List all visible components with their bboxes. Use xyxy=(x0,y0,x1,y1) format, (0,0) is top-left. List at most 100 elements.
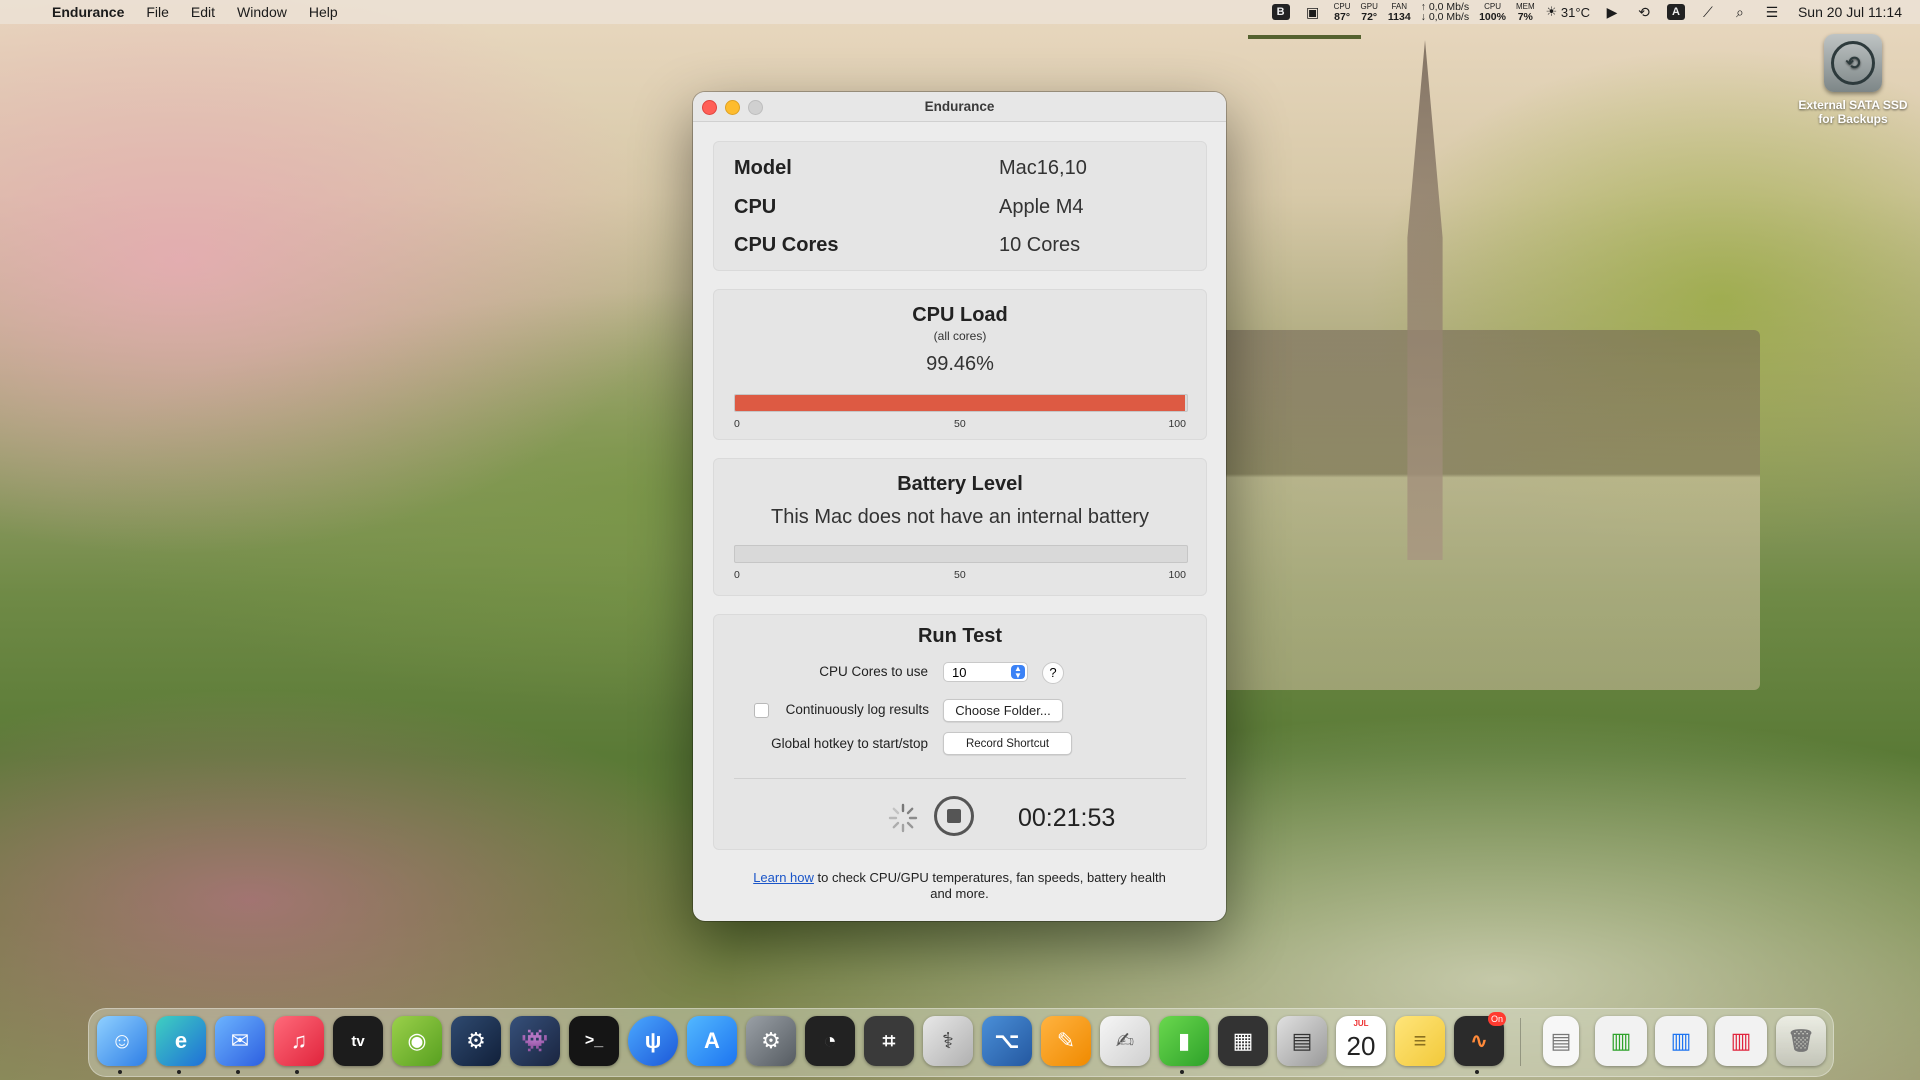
cpu-load-subtitle: (all cores) xyxy=(933,329,987,343)
stop-test-button[interactable] xyxy=(934,796,974,836)
app-menu[interactable]: Endurance xyxy=(52,4,135,20)
battery-message: This Mac does not have an internal batte… xyxy=(771,506,1149,528)
archive-icon[interactable]: ▤ xyxy=(1277,1016,1327,1066)
network-stat[interactable]: ↑ 0,0 Mb/s ↓ 0,0 Mb/s xyxy=(1416,2,1474,23)
cpu-scale-min: 0 xyxy=(734,418,740,430)
sun-icon: ☀ xyxy=(1545,4,1558,19)
menu-help[interactable]: Help xyxy=(298,4,349,20)
nvidia-icon[interactable]: ◉ xyxy=(392,1016,442,1066)
numbers-running-dot xyxy=(1180,1070,1184,1074)
recent-music-doc-icon[interactable]: ▥ xyxy=(1715,1016,1767,1066)
edge-running-dot xyxy=(177,1070,181,1074)
zoom-window-button[interactable] xyxy=(748,100,763,115)
cores-select[interactable]: 10 ▲ ▼ xyxy=(943,662,1028,682)
system-settings-icon[interactable]: ⚙ xyxy=(746,1016,796,1066)
help-button[interactable]: ? xyxy=(1042,662,1064,684)
chevron-updown-icon: ▲ ▼ xyxy=(1011,665,1025,680)
screenshot-icon[interactable]: ⌗ xyxy=(864,1016,914,1066)
cpu-temp-stat[interactable]: CPU 87° xyxy=(1329,2,1356,22)
music-running-dot xyxy=(295,1070,299,1074)
messenger-running-dot xyxy=(236,1070,240,1074)
choose-folder-button[interactable]: Choose Folder... xyxy=(943,699,1063,722)
time-machine-drive-icon: ⟲ xyxy=(1824,34,1882,92)
memory-stat[interactable]: MEM 7% xyxy=(1511,2,1540,22)
menubar-clock[interactable]: Sun 20 Jul 11:14 xyxy=(1798,4,1902,20)
calendar-icon[interactable]: JUL 20 xyxy=(1336,1016,1386,1066)
proton-icon[interactable]: ψ xyxy=(628,1016,678,1066)
cpu-row: CPU Apple M4 xyxy=(734,196,1194,219)
menu-window[interactable]: Window xyxy=(226,4,298,20)
cpu-load-bar xyxy=(734,394,1188,412)
footer-description: to check CPU/GPU temperatures, fan speed… xyxy=(813,870,1166,901)
cpu-load-value: 99.46% xyxy=(926,353,994,375)
battery-bar xyxy=(734,545,1188,563)
close-window-button[interactable] xyxy=(702,100,717,115)
game-icon[interactable]: 👾 xyxy=(510,1016,560,1066)
trash-icon[interactable]: 🗑 xyxy=(1776,1016,1826,1066)
recent-numbers-doc-icon[interactable]: ▥ xyxy=(1595,1016,1647,1066)
record-shortcut-button[interactable]: Record Shortcut xyxy=(943,732,1072,755)
numbers-icon[interactable]: ▮ xyxy=(1159,1016,1209,1066)
steam-icon[interactable]: ⚙ xyxy=(451,1016,501,1066)
edge-browser-icon[interactable]: e xyxy=(156,1016,206,1066)
cpu-load-panel: CPU Load (all cores) 99.46% 0 50 100 xyxy=(713,289,1207,440)
stats-indicator-bar xyxy=(1248,35,1361,39)
window-titlebar[interactable]: Endurance xyxy=(693,92,1226,122)
cores-to-use-label: CPU Cores to use xyxy=(819,664,928,679)
pages-icon[interactable]: ✎ xyxy=(1041,1016,1091,1066)
disk-utility-icon[interactable]: ⚕ xyxy=(923,1016,973,1066)
document-icon[interactable]: ▤ xyxy=(1543,1016,1579,1066)
minimize-window-button[interactable] xyxy=(725,100,740,115)
play-icon[interactable]: ▶ xyxy=(1603,4,1621,20)
time-machine-icon[interactable]: ⟲ xyxy=(1635,4,1653,20)
learn-how-link[interactable]: Learn how xyxy=(753,870,814,885)
system-info-panel: Model Mac16,10 CPU Apple M4 CPU Cores 10… xyxy=(713,141,1207,271)
notes-icon[interactable]: ≡ xyxy=(1395,1016,1445,1066)
recent-browser-doc-icon[interactable]: ▥ xyxy=(1655,1016,1707,1066)
hotkey-label: Global hotkey to start/stop xyxy=(771,736,928,751)
battery-title: Battery Level xyxy=(897,473,1023,495)
menu-bar: Endurance File Edit Window Help B ▣ CPU … xyxy=(0,0,1920,24)
cpu-cores-label: CPU Cores xyxy=(734,234,839,256)
progress-spinner-icon xyxy=(888,803,918,833)
terminal-icon[interactable]: >_ xyxy=(569,1016,619,1066)
cpu-usage-stat[interactable]: CPU 100% xyxy=(1474,2,1511,22)
wifi-off-icon[interactable]: ⟋ xyxy=(1699,4,1717,20)
fan-stat[interactable]: FAN 1134 xyxy=(1383,2,1416,22)
desktop-drive[interactable]: ⟲ External SATA SSD for Backups xyxy=(1792,34,1914,126)
music-icon[interactable]: ♫ xyxy=(274,1016,324,1066)
vscode-icon[interactable]: ⌥ xyxy=(982,1016,1032,1066)
app-store-icon[interactable]: A xyxy=(687,1016,737,1066)
model-value: Mac16,10 xyxy=(999,157,1087,179)
stop-icon xyxy=(947,809,961,823)
log-results-label[interactable]: Continuously log results xyxy=(778,702,929,717)
search-icon[interactable]: ⌕ xyxy=(1731,4,1749,20)
calculator-icon[interactable]: ▦ xyxy=(1218,1016,1268,1066)
screen-icon[interactable]: ▣ xyxy=(1304,4,1322,20)
menu-edit[interactable]: Edit xyxy=(180,4,226,20)
finder-icon[interactable]: ☺ xyxy=(97,1016,147,1066)
footer-text: Learn how to check CPU/GPU temperatures,… xyxy=(753,870,1166,902)
finder-running-dot xyxy=(118,1070,122,1074)
window-title: Endurance xyxy=(924,99,995,114)
cpu-load-title: CPU Load xyxy=(912,304,1008,326)
bbedit-icon[interactable]: B xyxy=(1271,4,1290,20)
textedit-icon[interactable]: ✍ xyxy=(1100,1016,1150,1066)
cpu-load-bar-fill xyxy=(735,395,1185,411)
control-center-icon[interactable]: ☰ xyxy=(1763,4,1781,20)
cpu-scale-mid: 50 xyxy=(954,418,966,430)
menu-file[interactable]: File xyxy=(135,4,180,20)
run-test-panel: Run Test CPU Cores to use 10 ▲ ▼ ? Contin… xyxy=(713,614,1207,850)
battery-panel: Battery Level This Mac does not have an … xyxy=(713,458,1207,596)
gpu-temp-stat[interactable]: GPU 72° xyxy=(1356,2,1383,22)
endurance-window: Endurance Model Mac16,10 CPU Apple M4 CP… xyxy=(693,92,1226,921)
log-results-checkbox[interactable] xyxy=(754,703,769,718)
messenger-icon[interactable]: ✉ xyxy=(215,1016,265,1066)
apple-tv-icon[interactable]: tv xyxy=(333,1016,383,1066)
cpu-value: Apple M4 xyxy=(999,196,1084,218)
activity-badge: On xyxy=(1488,1012,1506,1026)
status-area: B ▣ CPU 87° GPU 72° FAN 1134 ↑ 0,0 Mb/s … xyxy=(1265,0,1920,24)
speedometer-icon[interactable]: ◔ xyxy=(805,1016,855,1066)
weather-status[interactable]: ☀ 31°C xyxy=(1540,4,1596,20)
input-source-icon[interactable]: A xyxy=(1666,4,1685,20)
